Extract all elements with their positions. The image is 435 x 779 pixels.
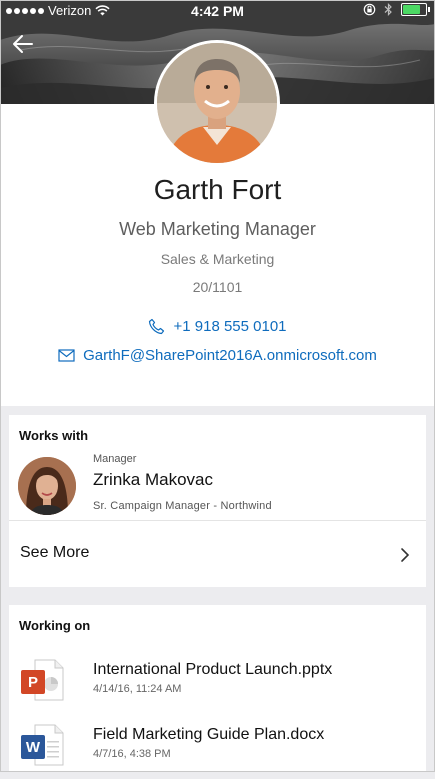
works-with-heading: Works with — [19, 428, 89, 443]
colleague-relationship: Manager — [93, 453, 137, 465]
working-on-heading: Working on — [19, 618, 91, 633]
bluetooth-icon — [384, 3, 392, 16]
file-name: International Product Launch.pptx — [93, 661, 333, 678]
profile-card: Garth Fort Web Marketing Manager Sales &… — [0, 40, 435, 406]
colleague-name: Zrinka Makovac — [93, 470, 213, 489]
orientation-lock-icon — [363, 3, 376, 16]
colleague-subtitle: Sr. Campaign Manager - Northwind — [93, 500, 272, 512]
colleague-item[interactable]: Manager Zrinka Makovac Sr. Campaign Mana… — [9, 451, 426, 520]
person-name: Garth Fort — [153, 174, 282, 205]
word-icon: W — [21, 724, 64, 766]
file-item[interactable]: W Field Marketing Guide Plan.docx 4/7/16… — [9, 715, 426, 779]
email-address: GarthF@SharePoint2016A.onmicrosoft.com — [83, 347, 377, 364]
see-more-label: See More — [20, 544, 90, 561]
works-with-card: Works with Manager Zrinka Makovac Sr. Ca… — [9, 415, 426, 587]
phone-icon — [149, 318, 165, 335]
person-office: 20/1101 — [192, 279, 243, 295]
battery-icon — [401, 3, 430, 16]
file-item[interactable]: P International Product Launch.pptx 4/14… — [9, 650, 426, 714]
file-name: Field Marketing Guide Plan.docx — [93, 726, 325, 743]
battery-level — [403, 5, 420, 14]
see-more-button[interactable]: See More — [9, 521, 426, 587]
phone-number: +1 918 555 0101 — [173, 318, 287, 335]
status-bar: Verizon 4:42 PM — [0, 0, 435, 22]
svg-text:P: P — [28, 674, 38, 691]
file-date: 4/7/16, 4:38 PM — [93, 748, 171, 760]
colleague-avatar — [18, 457, 76, 515]
person-job-title: Web Marketing Manager — [119, 219, 316, 239]
person-department: Sales & Marketing — [160, 251, 275, 267]
svg-text:W: W — [26, 739, 41, 756]
status-right — [363, 3, 430, 16]
mail-icon — [58, 349, 75, 362]
phone-link[interactable]: +1 918 555 0101 — [0, 318, 435, 335]
file-date: 4/14/16, 11:24 AM — [93, 683, 182, 695]
working-on-card: Working on P International Product Launc… — [9, 605, 426, 772]
email-link[interactable]: GarthF@SharePoint2016A.onmicrosoft.com — [0, 347, 435, 364]
colleague-photo — [18, 457, 76, 515]
profile-avatar — [154, 40, 280, 166]
powerpoint-icon: P — [21, 659, 64, 701]
person-photo — [157, 43, 277, 163]
chevron-right-icon — [401, 548, 410, 562]
back-arrow-icon[interactable] — [10, 30, 38, 58]
